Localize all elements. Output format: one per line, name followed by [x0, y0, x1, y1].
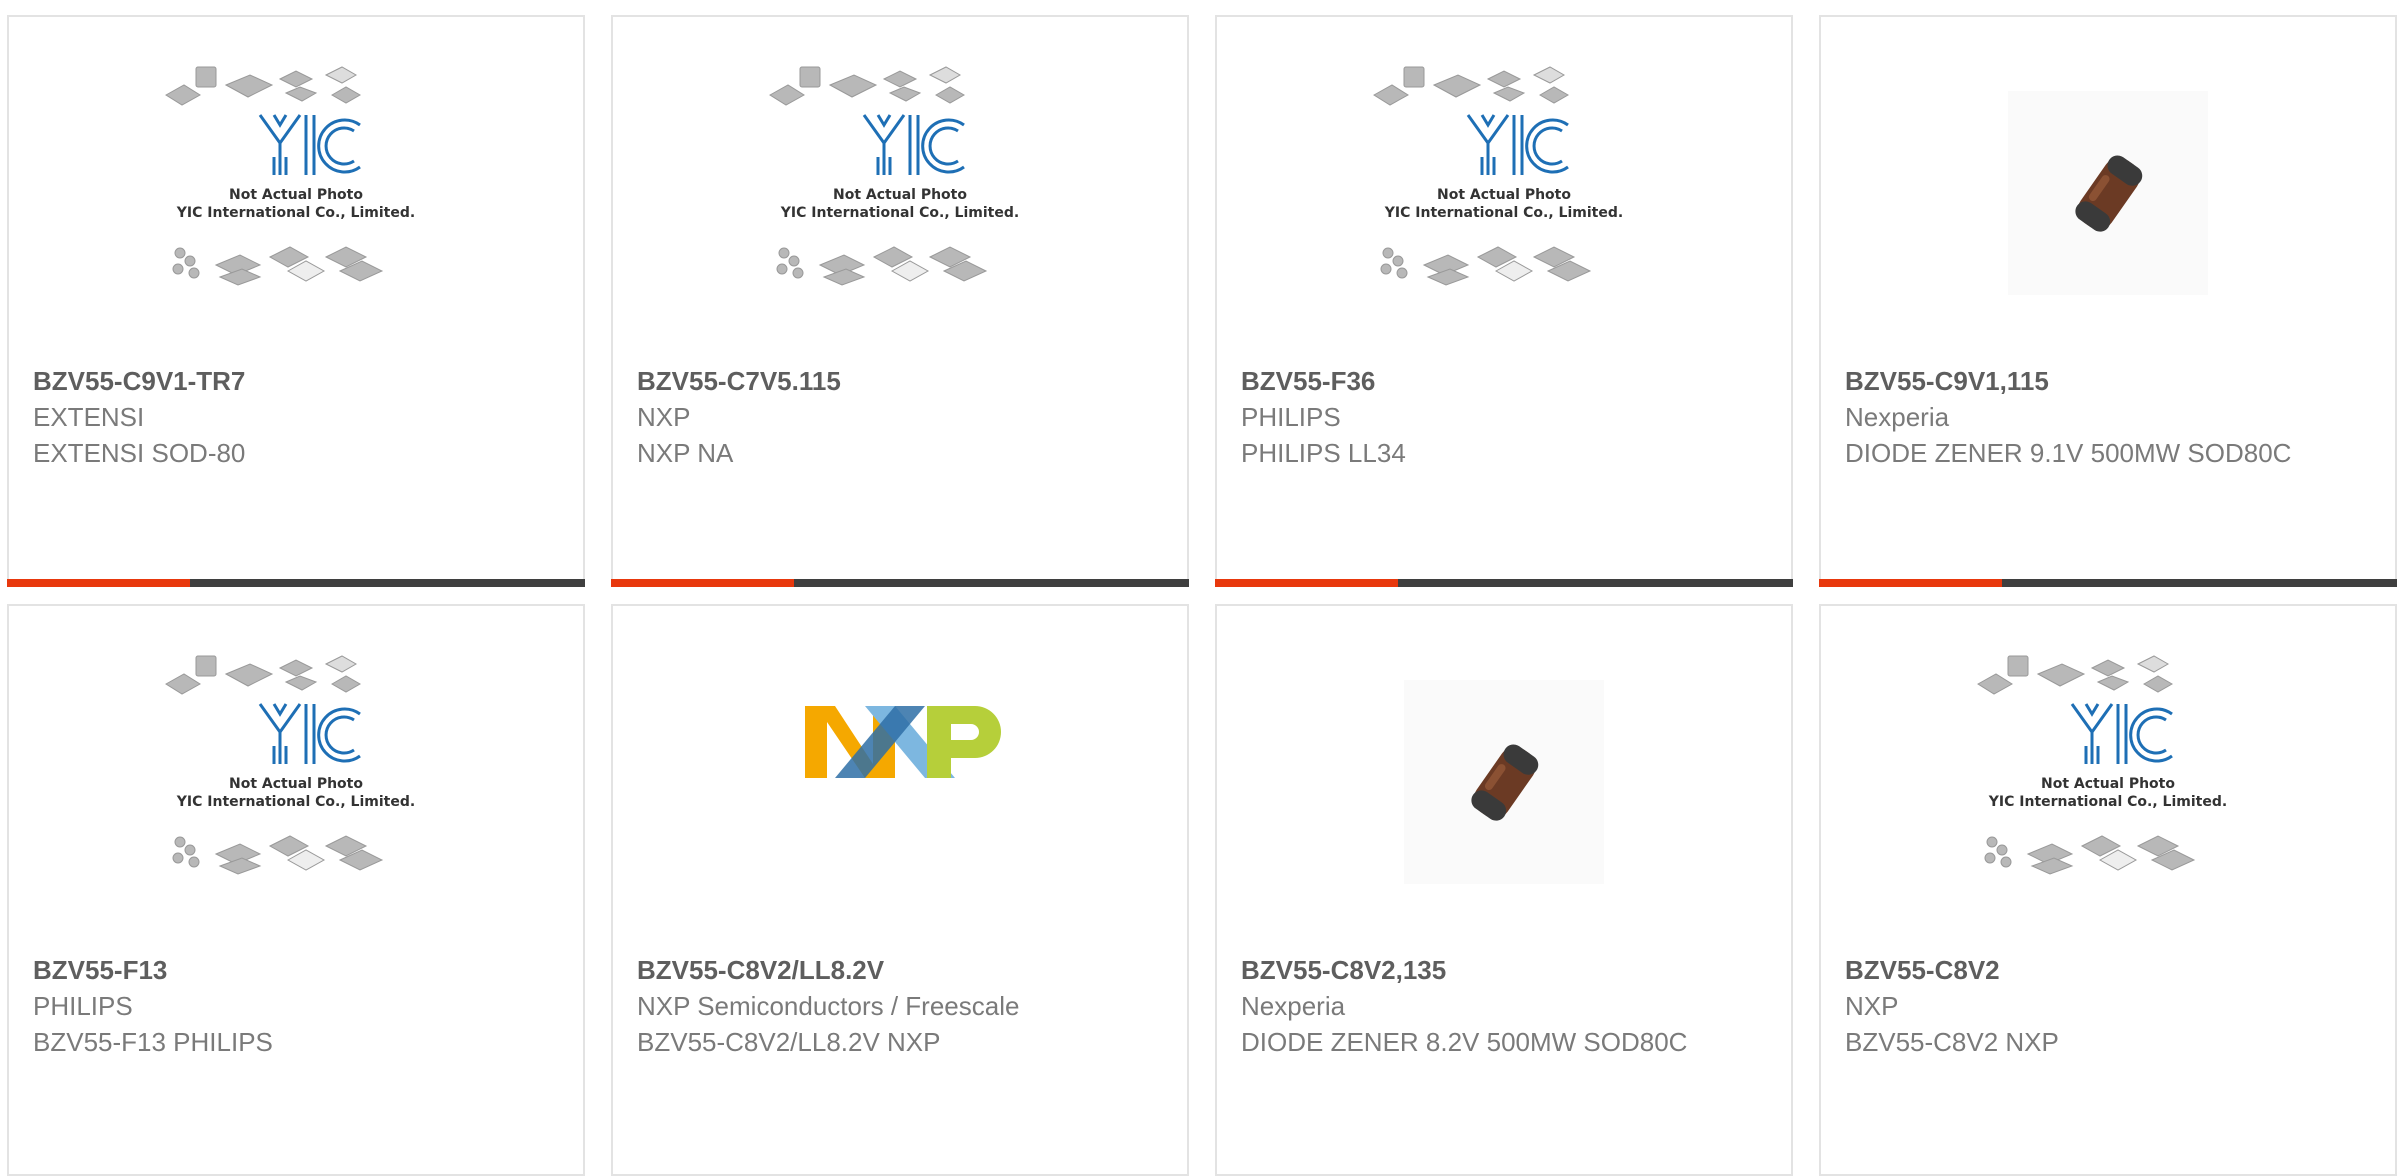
placeholder-line1: Not Actual Photo — [833, 187, 967, 203]
product-image[interactable] — [1217, 680, 1791, 884]
card-bar-accent — [1819, 579, 2002, 587]
card-bottom-bar — [1819, 579, 2397, 587]
part-number-link[interactable]: BZV55-C8V2 — [1845, 952, 2375, 988]
manufacturer: NXP — [637, 402, 691, 432]
description: BZV55-C8V2 NXP — [1845, 1027, 2059, 1057]
diode-photo-image — [1404, 680, 1604, 884]
manufacturer: NXP — [1845, 991, 1899, 1021]
manufacturer: Nexperia — [1241, 991, 1346, 1021]
yic-placeholder-image: Not Actual Photo YIC International Co., … — [165, 655, 415, 875]
placeholder-line1: Not Actual Photo — [1437, 187, 1571, 203]
product-card[interactable]: Not Actual Photo YIC International Co., … — [1819, 604, 2397, 1176]
description: DIODE ZENER 8.2V 500MW SOD80C — [1241, 1027, 1688, 1057]
placeholder-line2: YIC International Co., Limited. — [176, 205, 415, 221]
manufacturer: NXP Semiconductors / Freescale — [637, 991, 1020, 1021]
placeholder-line2: YIC International Co., Limited. — [1384, 205, 1623, 221]
product-card[interactable]: Not Actual Photo YIC International Co., … — [611, 15, 1189, 587]
product-info: BZV55-F13 PHILIPS BZV55-F13 PHILIPS — [33, 952, 563, 1060]
manufacturer: Nexperia — [1845, 402, 1950, 432]
placeholder-line2: YIC International Co., Limited. — [1988, 794, 2227, 810]
placeholder-line2: YIC International Co., Limited. — [780, 205, 1019, 221]
product-image[interactable]: Not Actual Photo YIC International Co., … — [1217, 57, 1791, 286]
description: NXP NA — [637, 438, 734, 468]
product-card[interactable]: BZV55-C9V1,115 Nexperia DIODE ZENER 9.1V 5… — [1819, 15, 2397, 587]
description: BZV55-C8V2/LL8.2V NXP — [637, 1027, 941, 1057]
yic-placeholder-image: Not Actual Photo YIC International Co., … — [769, 66, 1019, 286]
description: EXTENSI SOD-80 — [33, 438, 246, 468]
part-number-link[interactable]: BZV55-C8V2/LL8.2V — [637, 952, 1167, 988]
part-number-link[interactable]: BZV55-F13 — [33, 952, 563, 988]
description: PHILIPS LL34 — [1241, 438, 1406, 468]
product-image[interactable]: Not Actual Photo YIC International Co., … — [1821, 646, 2395, 875]
product-image[interactable] — [1821, 91, 2395, 295]
part-number-link[interactable]: BZV55-C8V2,135 — [1241, 952, 1771, 988]
product-info: BZV55-C9V1,115 Nexperia DIODE ZENER 9.1V 5… — [1845, 363, 2375, 471]
card-bar-accent — [1215, 579, 1398, 587]
placeholder-line1: Not Actual Photo — [2041, 776, 2175, 792]
placeholder-line2: YIC International Co., Limited. — [176, 794, 415, 810]
product-info: BZV55-C9V1-TR7 EXTENSI EXTENSI SOD-80 — [33, 363, 563, 471]
description: BZV55-F13 PHILIPS — [33, 1027, 273, 1057]
part-number-link[interactable]: BZV55-C9V1,115 — [1845, 363, 2375, 399]
product-image[interactable]: Not Actual Photo YIC International Co., … — [9, 646, 583, 875]
nxp-logo-image — [805, 706, 1001, 778]
manufacturer: PHILIPS — [33, 991, 133, 1021]
product-card[interactable]: Not Actual Photo YIC International Co., … — [7, 604, 585, 1176]
card-bar-accent — [611, 579, 794, 587]
yic-placeholder-image: Not Actual Photo YIC International Co., … — [165, 66, 415, 286]
product-info: BZV55-C7V5.115 NXP NXP NA — [637, 363, 1167, 471]
manufacturer: PHILIPS — [1241, 402, 1341, 432]
product-card[interactable]: BZV55-C8V2,135 Nexperia DIODE ZENER 8.2V 5… — [1215, 604, 1793, 1176]
part-number-link[interactable]: BZV55-C7V5.115 — [637, 363, 1167, 399]
card-bar-accent — [7, 579, 190, 587]
description: DIODE ZENER 9.1V 500MW SOD80C — [1845, 438, 2292, 468]
product-info: BZV55-C8V2 NXP BZV55-C8V2 NXP — [1845, 952, 2375, 1060]
placeholder-line1: Not Actual Photo — [229, 187, 363, 203]
card-bottom-bar — [7, 579, 585, 587]
product-image[interactable]: Not Actual Photo YIC International Co., … — [613, 57, 1187, 286]
part-number-link[interactable]: BZV55-C9V1-TR7 — [33, 363, 563, 399]
yic-placeholder-image: Not Actual Photo YIC International Co., … — [1373, 66, 1623, 286]
yic-placeholder-image: Not Actual Photo YIC International Co., … — [1977, 655, 2227, 875]
product-image[interactable] — [613, 636, 1187, 840]
product-card[interactable]: BZV55-C8V2/LL8.2V NXP Semiconductors / Fr… — [611, 604, 1189, 1176]
product-info: BZV55-C8V2,135 Nexperia DIODE ZENER 8.2V 5… — [1241, 952, 1771, 1060]
product-card[interactable]: Not Actual Photo YIC International Co., … — [7, 15, 585, 587]
manufacturer: EXTENSI — [33, 402, 145, 432]
placeholder-line1: Not Actual Photo — [229, 776, 363, 792]
part-number-link[interactable]: BZV55-F36 — [1241, 363, 1771, 399]
product-card[interactable]: Not Actual Photo YIC International Co., … — [1215, 15, 1793, 587]
product-info: BZV55-F36 PHILIPS PHILIPS LL34 — [1241, 363, 1771, 471]
card-bottom-bar — [1215, 579, 1793, 587]
card-bottom-bar — [611, 579, 1189, 587]
product-info: BZV55-C8V2/LL8.2V NXP Semiconductors / Fr… — [637, 952, 1167, 1060]
product-image[interactable]: Not Actual Photo YIC International Co., … — [9, 57, 583, 286]
diode-photo-image — [2008, 91, 2208, 295]
